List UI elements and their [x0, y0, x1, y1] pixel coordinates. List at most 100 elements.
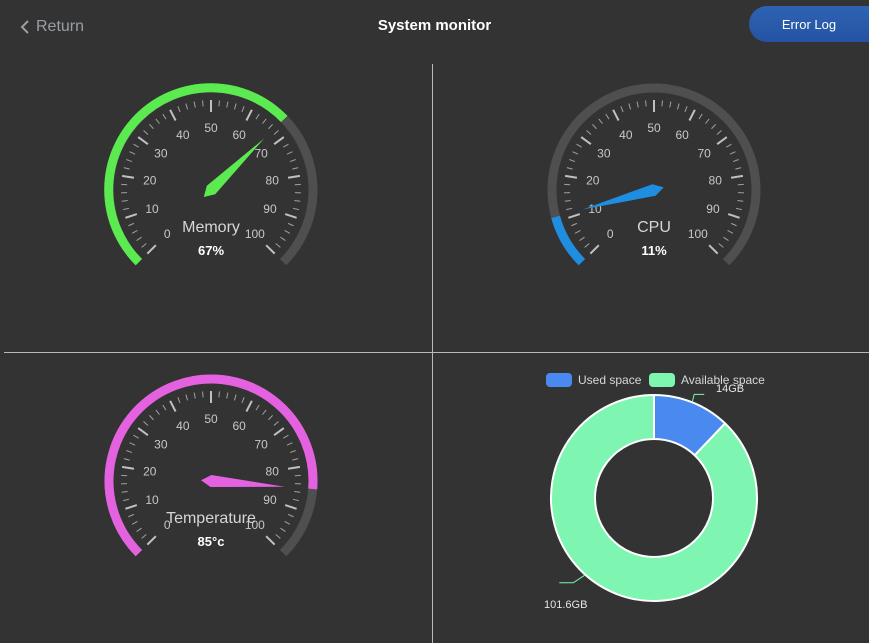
memory-gauge-tick — [177, 106, 181, 113]
memory-gauge-tick — [218, 100, 220, 107]
temperature-gauge-tick — [123, 498, 130, 502]
cpu-gauge-tick — [688, 109, 696, 121]
cpu-gauge-panel: 0 10 20 30 40 50 60 70 80 90 100 CPU 11% — [433, 60, 869, 352]
memory-gauge-tick-label: 90 — [263, 202, 277, 216]
temperature-gauge-tick — [218, 391, 220, 398]
temperature-gauge-tick — [284, 504, 297, 510]
cpu-gauge-tick — [735, 207, 742, 211]
memory-gauge-tick-label: 60 — [232, 128, 246, 142]
memory-gauge-tick — [294, 200, 301, 202]
memory-gauge-tick — [289, 159, 296, 163]
cpu-gauge-tick — [645, 100, 647, 107]
used-space-data-label: 14GB — [716, 383, 744, 395]
temperature-gauge-tick — [233, 394, 237, 401]
memory-gauge-tick — [292, 167, 299, 170]
temperature-gauge-tick — [137, 427, 149, 436]
memory-gauge-tick — [129, 151, 136, 155]
temperature-gauge-tick — [129, 442, 136, 446]
temperature-gauge-tick — [273, 421, 279, 426]
temperature-gauge-tick-label: 90 — [263, 493, 277, 507]
cpu-gauge-tick — [566, 207, 573, 211]
memory-gauge-panel: 0 10 20 30 40 50 60 70 80 90 100 Memory 67% — [0, 60, 432, 352]
available-space-slice[interactable] — [550, 393, 758, 602]
memory-gauge-tick — [255, 113, 260, 120]
memory-gauge-tick — [169, 109, 177, 121]
memory-gauge-tick — [149, 124, 154, 130]
memory-gauge-tick — [126, 159, 133, 163]
temperature-gauge-tick — [255, 404, 260, 411]
cpu-gauge-tick — [684, 106, 688, 113]
cpu-gauge-tick-label: 60 — [675, 128, 689, 142]
cpu-gauge-tick — [698, 113, 703, 120]
temperature-gauge-value: 85°c — [197, 534, 225, 549]
cpu-gauge-tick — [620, 106, 624, 113]
temperature-gauge-tick — [136, 527, 142, 533]
memory-gauge-tick — [125, 213, 138, 219]
memory-gauge-tick — [273, 130, 279, 135]
cpu-gauge-tick — [711, 124, 716, 130]
page-title: System monitor — [377, 17, 492, 34]
cpu-gauge-tick-label: 80 — [709, 173, 723, 187]
cpu-gauge-tick — [705, 118, 710, 124]
cpu-gauge-tick — [566, 167, 573, 170]
cpu-gauge-tick — [729, 151, 736, 155]
cpu-gauge-tick-label: 50 — [647, 121, 661, 135]
memory-gauge-tick — [143, 130, 149, 135]
cpu-gauge-tick — [598, 118, 603, 124]
cpu-gauge-tick — [568, 213, 581, 219]
cpu-gauge-tick-label: 20 — [586, 173, 600, 187]
cpu-gauge-tick-label: 40 — [619, 128, 633, 142]
error-log-button[interactable]: Error Log — [749, 6, 869, 42]
cpu-gauge-tick — [605, 113, 610, 120]
cpu-gauge-tick — [572, 151, 579, 155]
temperature-gauge-tick-label: 10 — [145, 493, 159, 507]
cpu-gauge-tick — [732, 159, 739, 163]
memory-gauge-tick — [123, 167, 130, 170]
available-label-leader — [559, 574, 586, 584]
cpu-gauge-tick-label: 30 — [597, 147, 611, 161]
temperature-gauge-title: Temperature — [166, 510, 256, 527]
temperature-gauge-tick — [133, 434, 139, 439]
temperature-gauge-tick — [162, 404, 167, 411]
memory-gauge-tick — [286, 151, 293, 155]
memory-gauge-tick — [121, 174, 135, 179]
temperature-gauge-tick-label: 70 — [254, 438, 268, 452]
cpu-gauge-tick — [580, 136, 592, 145]
temperature-gauge-tick-label: 50 — [204, 412, 218, 426]
memory-gauge-tick — [292, 207, 299, 211]
temperature-gauge-tick — [121, 491, 128, 493]
cpu-gauge-tick — [579, 236, 585, 242]
cpu-gauge-tick — [676, 103, 680, 110]
temperature-gauge-tick — [283, 434, 289, 439]
temperature-gauge-tick — [185, 394, 189, 401]
memory-gauge-tick-label: 40 — [176, 128, 190, 142]
disk-donut-chart: 14GB 101.6GB — [544, 383, 758, 611]
temperature-gauge-tick — [294, 491, 301, 493]
temperature-gauge-tick — [286, 442, 293, 446]
temperature-gauge-tick — [280, 527, 286, 533]
cpu-gauge-tick — [564, 200, 571, 202]
memory-gauge-tick — [273, 136, 285, 145]
memory-gauge-tick — [287, 174, 301, 179]
memory-gauge-tick — [162, 113, 167, 120]
cpu-gauge-tick — [669, 101, 672, 108]
temperature-gauge-tick — [292, 498, 299, 502]
cpu-gauge-tick — [730, 174, 744, 179]
cpu-gauge-tick — [592, 124, 597, 130]
temperature-gauge-tick — [287, 465, 301, 470]
memory-gauge-title: Memory — [182, 219, 240, 236]
cpu-gauge-tick — [726, 143, 732, 148]
memory-gauge-tick — [245, 109, 253, 121]
temperature-gauge-tick-label: 30 — [154, 438, 168, 452]
memory-gauge: 010203040 50 60708090100 — [104, 83, 318, 266]
cpu-gauge-tick — [636, 101, 639, 108]
memory-gauge-tick-label: 10 — [145, 202, 159, 216]
memory-gauge-tick — [136, 236, 142, 242]
cpu-gauge-tick — [716, 130, 722, 135]
top-bar: Return System monitor Error Log — [0, 0, 869, 60]
memory-gauge-tick — [202, 100, 204, 107]
memory-gauge-tick — [137, 136, 149, 145]
used-label-leader — [691, 393, 705, 403]
cpu-gauge-tick — [564, 174, 578, 179]
memory-gauge-tick — [193, 101, 196, 108]
